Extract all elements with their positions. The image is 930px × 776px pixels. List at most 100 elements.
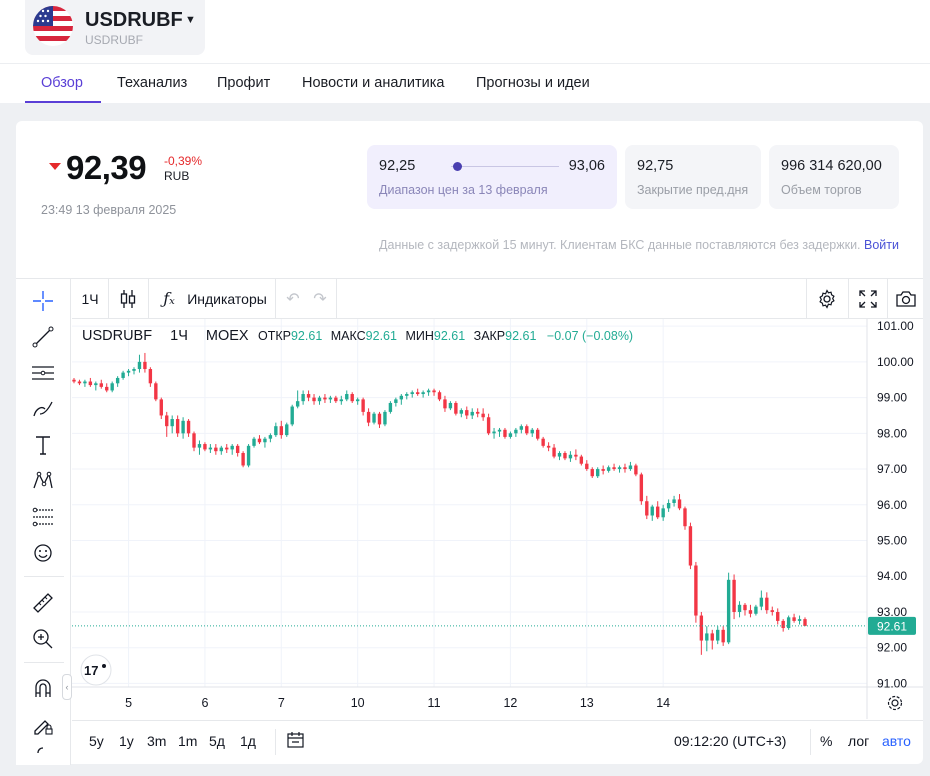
candle[interactable] bbox=[803, 617, 807, 627]
candle[interactable] bbox=[366, 408, 371, 427]
candle[interactable] bbox=[716, 626, 720, 645]
candles-style-icon[interactable] bbox=[109, 279, 147, 318]
candle[interactable] bbox=[650, 504, 654, 521]
candle[interactable] bbox=[437, 390, 442, 402]
candle[interactable] bbox=[186, 419, 191, 437]
candle[interactable] bbox=[432, 388, 436, 396]
emoji-icon[interactable] bbox=[29, 539, 57, 567]
candle[interactable] bbox=[737, 601, 742, 618]
magnet-icon[interactable] bbox=[29, 675, 57, 703]
candle[interactable] bbox=[355, 397, 360, 405]
candle[interactable] bbox=[361, 397, 365, 416]
candle[interactable] bbox=[105, 383, 109, 393]
candle[interactable] bbox=[786, 615, 791, 630]
candle[interactable] bbox=[295, 390, 300, 409]
candle[interactable] bbox=[334, 395, 338, 403]
candle[interactable] bbox=[377, 411, 382, 428]
candle[interactable] bbox=[88, 377, 93, 387]
candle[interactable] bbox=[203, 442, 207, 452]
candle[interactable] bbox=[77, 379, 82, 386]
candle[interactable] bbox=[345, 390, 349, 402]
candle[interactable] bbox=[634, 463, 638, 477]
tab-news[interactable]: Новости и аналитика bbox=[302, 64, 444, 103]
candle[interactable] bbox=[721, 626, 725, 646]
candle[interactable] bbox=[257, 435, 262, 445]
candle[interactable] bbox=[426, 388, 431, 396]
horizontal-lines-icon[interactable] bbox=[29, 359, 57, 387]
text-tool-icon[interactable] bbox=[29, 431, 57, 459]
crosshair-icon[interactable] bbox=[29, 287, 57, 315]
candle[interactable] bbox=[126, 369, 131, 377]
candle[interactable] bbox=[486, 413, 491, 436]
login-link[interactable]: Войти bbox=[864, 238, 899, 252]
candle[interactable] bbox=[530, 427, 534, 437]
candle[interactable] bbox=[639, 472, 644, 505]
candle[interactable] bbox=[110, 381, 114, 393]
percent-scale-toggle[interactable]: % bbox=[820, 721, 832, 766]
candle[interactable] bbox=[83, 379, 87, 387]
candle[interactable] bbox=[350, 392, 354, 403]
more-tools-icon[interactable] bbox=[29, 745, 57, 765]
candle[interactable] bbox=[230, 444, 234, 455]
range-1d[interactable]: 1д bbox=[240, 721, 256, 766]
date-range-calendar-icon[interactable] bbox=[286, 721, 306, 766]
candle[interactable] bbox=[656, 501, 660, 520]
candle[interactable] bbox=[235, 444, 240, 457]
candle[interactable] bbox=[274, 422, 278, 437]
candle[interactable] bbox=[72, 377, 76, 384]
candle[interactable] bbox=[683, 506, 687, 530]
ruler-icon[interactable] bbox=[29, 589, 57, 617]
candle[interactable] bbox=[159, 397, 163, 420]
candle[interactable] bbox=[279, 420, 283, 439]
candle[interactable] bbox=[759, 590, 764, 611]
candle[interactable] bbox=[148, 367, 153, 387]
candle[interactable] bbox=[225, 444, 229, 453]
candle[interactable] bbox=[263, 436, 267, 448]
candle[interactable] bbox=[415, 388, 420, 396]
candle[interactable] bbox=[743, 603, 747, 616]
candle[interactable] bbox=[645, 495, 649, 520]
candle[interactable] bbox=[519, 424, 524, 434]
range-5y[interactable]: 5y bbox=[89, 721, 104, 766]
candle[interactable] bbox=[285, 422, 289, 437]
candle[interactable] bbox=[688, 522, 693, 570]
candle[interactable] bbox=[115, 376, 120, 387]
candle[interactable] bbox=[137, 354, 142, 373]
candle[interactable] bbox=[323, 394, 327, 403]
chart-clock[interactable]: 09:12:20 (UTC+3) bbox=[674, 721, 786, 766]
candle[interactable] bbox=[181, 417, 185, 439]
candle[interactable] bbox=[797, 615, 802, 625]
candle[interactable] bbox=[579, 454, 584, 466]
candle[interactable] bbox=[666, 499, 671, 512]
candle[interactable] bbox=[574, 449, 578, 461]
interval-button[interactable]: 1Ч bbox=[72, 279, 108, 318]
tab-tech-analysis[interactable]: Теханализ bbox=[117, 64, 187, 103]
candle[interactable] bbox=[612, 463, 616, 471]
candle[interactable] bbox=[290, 404, 294, 427]
candle[interactable] bbox=[563, 451, 567, 461]
candle[interactable] bbox=[443, 395, 447, 412]
candle[interactable] bbox=[552, 444, 556, 459]
candle[interactable] bbox=[475, 408, 480, 418]
fx-icon[interactable]: ƒₓ bbox=[158, 279, 180, 318]
candle[interactable] bbox=[154, 381, 158, 402]
fib-tool-icon[interactable] bbox=[29, 503, 57, 531]
tab-forecasts[interactable]: Прогнозы и идеи bbox=[476, 64, 590, 103]
candle[interactable] bbox=[661, 504, 665, 521]
candle[interactable] bbox=[536, 427, 540, 441]
candle[interactable] bbox=[252, 436, 256, 448]
ticker-selector[interactable]: USDRUBF ▼ USDRUBF bbox=[25, 0, 205, 55]
candle[interactable] bbox=[770, 606, 774, 616]
undo-icon[interactable]: ↶ bbox=[281, 279, 305, 318]
candle[interactable] bbox=[383, 410, 387, 427]
candlestick-chart[interactable]: 101.00 100.00 99.00 98.00 97.00 96.00 95.00 94.… bbox=[72, 319, 923, 719]
chart-plot-area[interactable]: 101.00 100.00 99.00 98.00 97.00 96.00 95.00 94.… bbox=[72, 319, 923, 719]
range-5d[interactable]: 5д bbox=[209, 721, 225, 766]
tab-overview[interactable]: Обзор bbox=[41, 64, 83, 103]
candle[interactable] bbox=[170, 415, 174, 434]
axis-settings-gear-icon[interactable] bbox=[887, 695, 903, 711]
candle[interactable] bbox=[306, 390, 311, 402]
zoom-in-icon[interactable] bbox=[29, 625, 57, 653]
candle[interactable] bbox=[246, 444, 251, 468]
tradingview-logo[interactable]: 17 bbox=[80, 654, 112, 686]
